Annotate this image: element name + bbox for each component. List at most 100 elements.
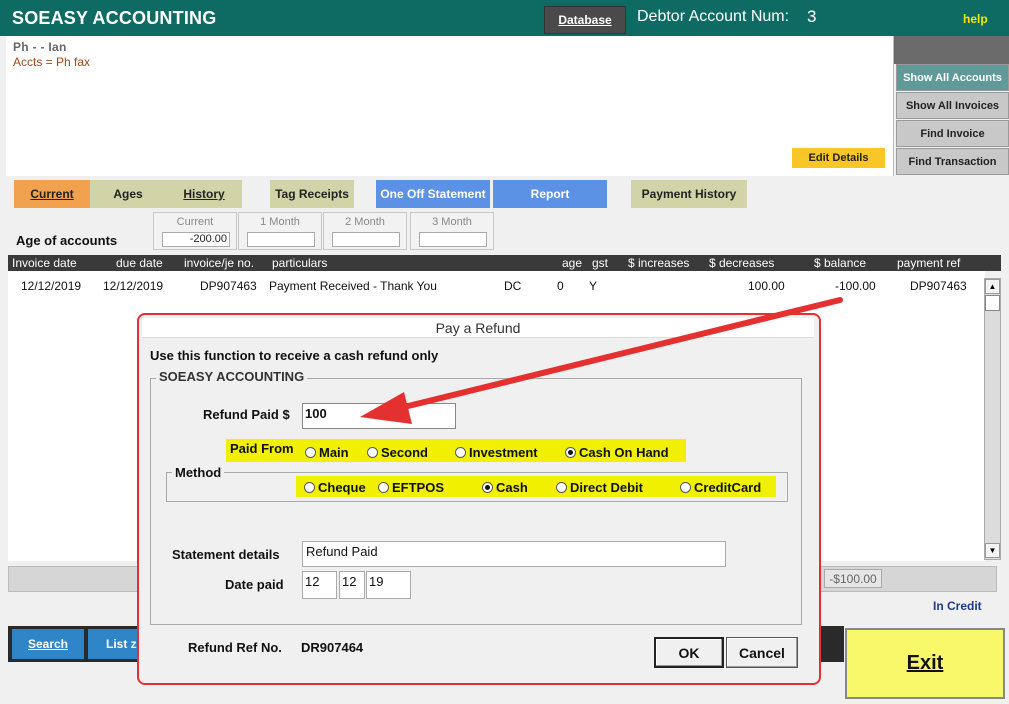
age-current-value: -200.00 <box>162 232 230 247</box>
statement-details-label: Statement details <box>172 547 280 562</box>
find-invoice-button[interactable]: Find Invoice <box>896 120 1009 147</box>
tab-ages[interactable]: Ages <box>90 180 166 208</box>
radio-unchecked-icon <box>680 481 691 493</box>
paid-from-second-label: Second <box>381 444 428 460</box>
age-1-month-box: 1 Month <box>238 212 322 250</box>
scroll-up-icon[interactable]: ▲ <box>985 279 1000 294</box>
debtor-account-number: 3 <box>807 7 817 26</box>
age-3-month-title: 3 Month <box>432 216 472 228</box>
row-decreases[interactable]: 100.00 <box>748 279 785 293</box>
row-age[interactable]: 0 <box>557 279 564 293</box>
row-invoice-no[interactable]: DP907463 <box>200 279 257 293</box>
method-cash-radio[interactable]: Cash <box>482 479 528 495</box>
age-1-month-title: 1 Month <box>260 216 300 228</box>
refund-paid-input[interactable]: 100 <box>302 403 456 429</box>
col-age[interactable]: age <box>562 256 582 270</box>
row-due-date[interactable]: 12/12/2019 <box>103 279 163 293</box>
paid-from-main-label: Main <box>319 444 349 460</box>
paid-from-cash-on-hand-label: Cash On Hand <box>579 444 669 460</box>
paid-from-investment-label: Investment <box>469 444 538 460</box>
radio-unchecked-icon <box>305 446 316 458</box>
refund-ref-value: DR907464 <box>301 640 364 655</box>
paid-from-cash-on-hand-radio[interactable]: Cash On Hand <box>565 444 669 460</box>
row-particulars[interactable]: Payment Received - Thank You <box>269 279 437 293</box>
row-type[interactable]: DC <box>504 279 521 293</box>
help-link[interactable]: help <box>963 12 988 26</box>
show-all-invoices-button[interactable]: Show All Invoices <box>896 92 1009 119</box>
method-cash-label: Cash <box>496 479 528 495</box>
col-balance[interactable]: $ balance <box>814 256 866 270</box>
method-eftpos-radio[interactable]: EFTPOS <box>378 479 444 495</box>
age-3-month-box: 3 Month <box>410 212 494 250</box>
col-gst[interactable]: gst <box>592 256 608 270</box>
app-window: SOEASY ACCOUNTING Database Debtor Accoun… <box>0 0 1009 704</box>
show-all-accounts-button[interactable]: Show All Accounts <box>896 64 1009 91</box>
tab-report[interactable]: Report <box>493 180 607 208</box>
search-button[interactable]: Search <box>12 629 84 659</box>
date-paid-day-input[interactable]: 12 <box>302 571 337 599</box>
edit-details-button[interactable]: Edit Details <box>792 148 885 168</box>
find-transaction-button[interactable]: Find Transaction <box>896 148 1009 175</box>
credit-status: In Credit <box>933 599 982 613</box>
radio-unchecked-icon <box>378 481 389 493</box>
radio-unchecked-icon <box>556 481 567 493</box>
paid-from-second-radio[interactable]: Second <box>367 444 428 460</box>
method-direct-debit-radio[interactable]: Direct Debit <box>556 479 643 495</box>
tab-tag-receipts[interactable]: Tag Receipts <box>270 180 354 208</box>
debtor-account-label: Debtor Account Num: <box>637 8 790 25</box>
age-current-title: Current <box>176 216 214 228</box>
method-creditcard-radio[interactable]: CreditCard <box>680 479 761 495</box>
debtor-phone-line: Ph - - Ian <box>13 40 67 54</box>
refund-ref-label: Refund Ref No. <box>188 640 282 655</box>
statement-details-input[interactable]: Refund Paid <box>302 541 726 567</box>
scroll-thumb[interactable] <box>985 295 1000 311</box>
col-payment-ref[interactable]: payment ref <box>897 256 960 270</box>
col-decreases[interactable]: $ decreases <box>709 256 774 270</box>
age-2-month-value <box>332 232 400 247</box>
row-balance[interactable]: -100.00 <box>835 279 876 293</box>
method-cheque-label: Cheque <box>318 479 366 495</box>
total-balance: -$100.00 <box>824 569 882 588</box>
ok-button[interactable]: OK <box>654 637 724 668</box>
dialog-title: Pay a Refund <box>435 320 521 336</box>
paid-from-investment-radio[interactable]: Investment <box>455 444 538 460</box>
dialog-instructions: Use this function to receive a cash refu… <box>150 348 439 363</box>
date-paid-year-input[interactable]: 19 <box>366 571 411 599</box>
method-eftpos-label: EFTPOS <box>392 479 445 495</box>
col-due-date[interactable]: due date <box>116 256 163 270</box>
col-increases[interactable]: $ increases <box>628 256 689 270</box>
row-payment-ref[interactable]: DP907463 <box>910 279 967 293</box>
radio-unchecked-icon <box>455 446 466 458</box>
age-1-month-value <box>247 232 315 247</box>
method-cheque-radio[interactable]: Cheque <box>304 479 366 495</box>
exit-button[interactable]: Exit <box>845 628 1005 699</box>
tab-payment-history[interactable]: Payment History <box>631 180 747 208</box>
side-panel-header <box>894 36 1009 64</box>
tab-current[interactable]: Current <box>14 180 90 208</box>
method-creditcard-label: CreditCard <box>694 479 762 495</box>
date-paid-month-input[interactable]: 12 <box>339 571 365 599</box>
age-3-month-value <box>419 232 487 247</box>
cancel-button[interactable]: Cancel <box>726 637 798 668</box>
radio-checked-icon <box>565 446 576 458</box>
row-invoice-date[interactable]: 12/12/2019 <box>21 279 81 293</box>
row-gst[interactable]: Y <box>589 279 597 293</box>
tab-one-off-statement[interactable]: One Off Statement <box>376 180 490 208</box>
radio-unchecked-icon <box>367 446 378 458</box>
list-button[interactable]: List z <box>88 629 142 659</box>
debtor-info-panel <box>6 36 894 176</box>
database-button[interactable]: Database <box>544 6 626 34</box>
refund-group-label: SOEASY ACCOUNTING <box>156 369 308 384</box>
paid-from-label: Paid From <box>230 441 294 456</box>
col-particulars[interactable]: particulars <box>272 256 327 270</box>
scroll-down-icon[interactable]: ▼ <box>985 543 1000 558</box>
tab-history[interactable]: History <box>166 180 242 208</box>
col-invoice-no[interactable]: invoice/je no. <box>184 256 254 270</box>
table-scrollbar[interactable] <box>984 278 1001 560</box>
col-invoice-date[interactable]: Invoice date <box>12 256 77 270</box>
date-paid-label: Date paid <box>225 577 284 592</box>
age-2-month-box: 2 Month <box>323 212 407 250</box>
age-2-month-title: 2 Month <box>345 216 385 228</box>
refund-paid-label: Refund Paid $ <box>203 407 290 422</box>
paid-from-main-radio[interactable]: Main <box>305 444 349 460</box>
